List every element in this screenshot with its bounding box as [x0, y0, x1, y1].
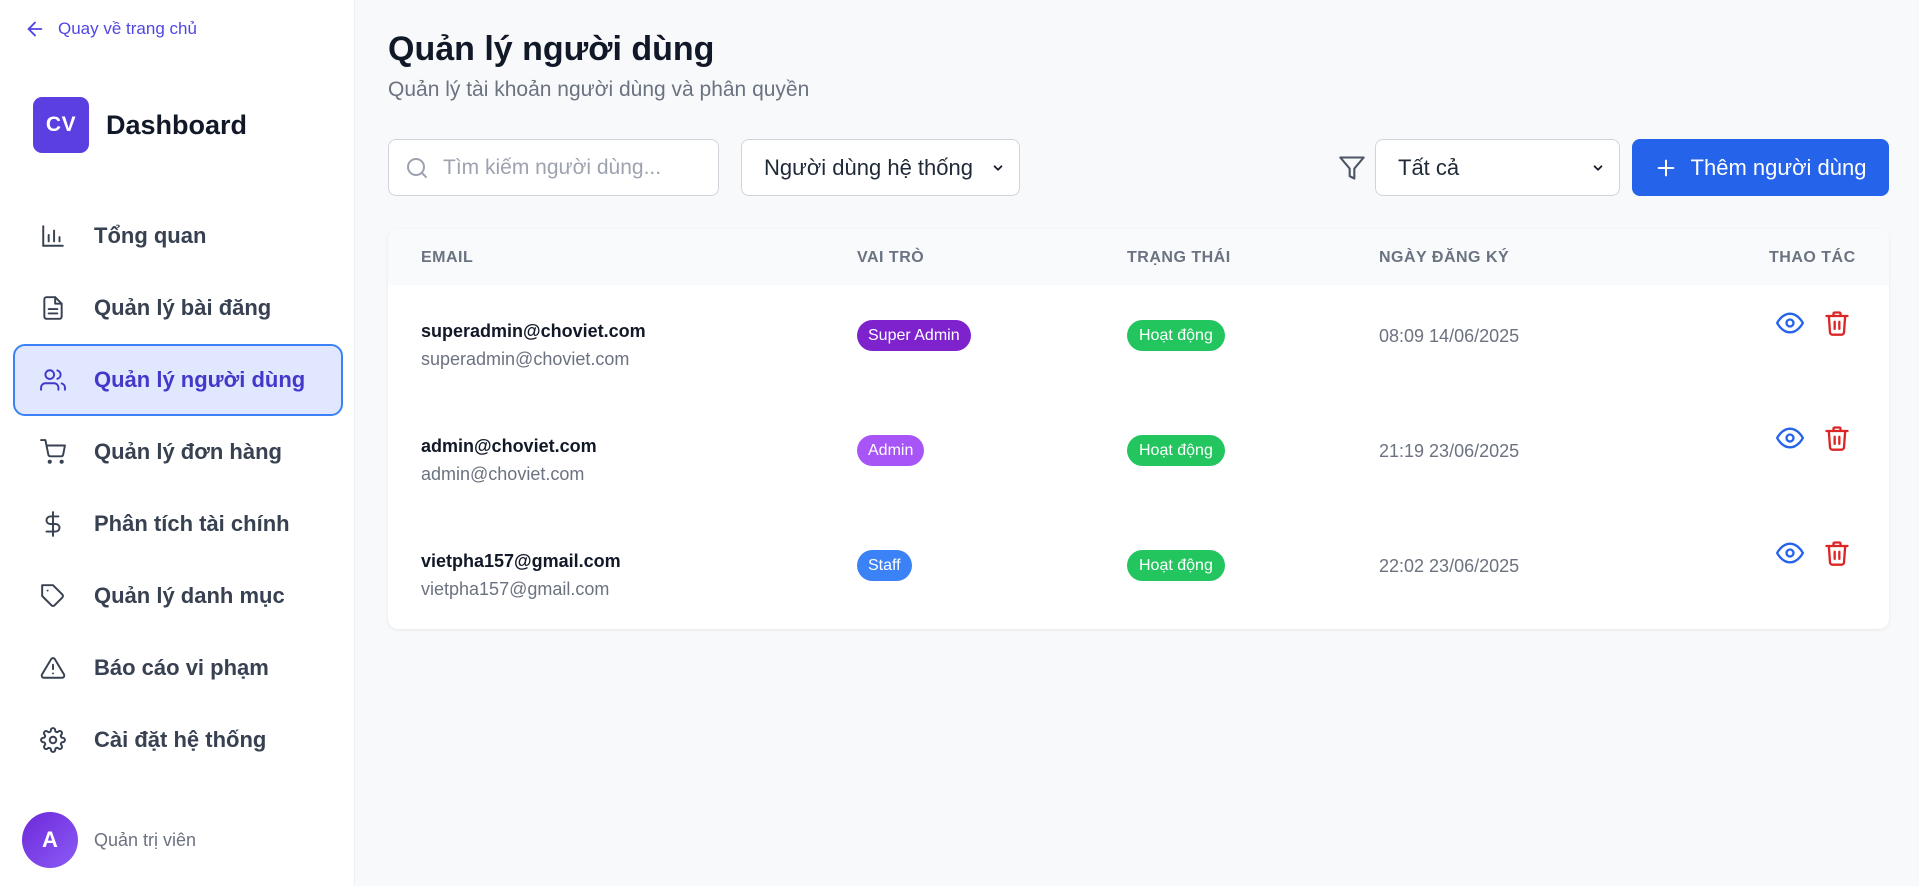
brand-logo: CV: [33, 97, 89, 153]
sidebar-item-label: Quản lý người dùng: [94, 367, 306, 392]
sidebar-item-label: Quản lý đơn hàng: [94, 439, 282, 464]
brand: CV Dashboard: [33, 97, 247, 153]
sidebar-item-label: Quản lý bài đăng: [94, 295, 272, 320]
user-type-select-value: Người dùng hệ thống: [764, 154, 973, 180]
cart-icon: [40, 439, 66, 464]
view-eye-icon[interactable]: [1776, 424, 1804, 452]
bar-chart-icon: [42, 225, 64, 247]
brand-title: Dashboard: [106, 109, 248, 140]
sidebar-item-label: Tổng quan: [94, 223, 207, 248]
sidebar-item-posts[interactable]: Quản lý bài đăng: [13, 272, 343, 344]
user-email-secondary: admin@choviet.com: [421, 464, 585, 484]
registration-date: 22:02 23/06/2025: [1379, 556, 1520, 576]
sidebar-item-overview[interactable]: Tổng quan: [13, 200, 343, 272]
sidebar-item-users[interactable]: Quản lý người dùng: [13, 344, 343, 416]
dollar-icon: [45, 511, 61, 537]
column-header-actions: THAO TÁC: [1769, 249, 1856, 266]
column-header-status: TRẠNG THÁI: [1127, 249, 1231, 266]
view-eye-icon[interactable]: [1776, 539, 1804, 567]
gear-icon: [40, 727, 66, 753]
filter-icon: [1339, 156, 1365, 180]
chevron-down-icon: [993, 164, 1003, 171]
sidebar-item-categories[interactable]: Quản lý danh mục: [13, 560, 343, 632]
table-row: superadmin@choviet.com superadmin@chovie…: [388, 285, 1889, 400]
warning-icon: [40, 657, 66, 679]
status-badge: Hoạt động: [1127, 320, 1225, 351]
sidebar-item-reports[interactable]: Báo cáo vi phạm: [13, 632, 343, 704]
status-select-value: Tất cả: [1398, 154, 1460, 180]
sidebar-item-settings[interactable]: Cài đặt hệ thống: [13, 704, 343, 776]
user-email-secondary: superadmin@choviet.com: [421, 349, 630, 369]
role-badge: Staff: [857, 550, 912, 581]
user-email-secondary: vietpha157@gmail.com: [421, 579, 610, 599]
registration-date: 21:19 23/06/2025: [1379, 441, 1520, 461]
tag-icon: [41, 584, 64, 607]
users-icon: [40, 369, 66, 391]
status-badge: Hoạt động: [1127, 435, 1225, 466]
user-email: admin@choviet.com: [421, 436, 597, 456]
user-email: vietpha157@gmail.com: [421, 551, 621, 571]
sidebar-item-label: Quản lý danh mục: [94, 583, 285, 608]
add-user-button-label: Thêm người dùng: [1690, 154, 1867, 180]
sidebar-item-label: Phân tích tài chính: [94, 511, 290, 536]
chevron-down-icon: [1593, 164, 1603, 171]
status-select[interactable]: Tất cả: [1375, 139, 1620, 196]
search-input[interactable]: [443, 155, 693, 180]
sidebar-item-finance[interactable]: Phân tích tài chính: [13, 488, 343, 560]
back-link-label: Quay về trang chủ: [58, 19, 197, 38]
column-header-role: VAI TRÒ: [857, 249, 925, 266]
view-eye-icon[interactable]: [1776, 309, 1804, 337]
column-header-date: NGÀY ĐĂNG KÝ: [1379, 249, 1510, 266]
sidebar: Quay về trang chủ CV Dashboard Tổng quan…: [0, 0, 355, 886]
status-badge: Hoạt động: [1127, 550, 1225, 581]
table-header: EMAIL VAI TRÒ TRẠNG THÁI NGÀY ĐĂNG KÝ TH…: [388, 229, 1889, 285]
sidebar-item-label: Cài đặt hệ thống: [94, 727, 267, 752]
sidebar-item-label: Báo cáo vi phạm: [94, 655, 269, 680]
registration-date: 08:09 14/06/2025: [1379, 326, 1520, 346]
page-title: Quản lý người dùng: [388, 30, 715, 68]
page-subtitle: Quản lý tài khoản người dùng và phân quy…: [388, 78, 810, 101]
search-icon: [407, 157, 427, 178]
user-name: Quản trị viên: [94, 829, 197, 850]
table-row: admin@choviet.com admin@choviet.com Admi…: [388, 400, 1889, 515]
document-icon: [43, 296, 63, 320]
role-badge: Admin: [857, 435, 925, 466]
delete-trash-icon[interactable]: [1823, 539, 1851, 567]
current-user[interactable]: A Quản trị viên: [22, 812, 196, 868]
arrow-left-icon: [27, 21, 43, 37]
back-to-home-link[interactable]: Quay về trang chủ: [24, 18, 197, 40]
user-type-select[interactable]: Người dùng hệ thống: [741, 139, 1020, 196]
role-badge: Super Admin: [857, 320, 971, 351]
sidebar-item-orders[interactable]: Quản lý đơn hàng: [13, 416, 343, 488]
avatar: A: [22, 812, 78, 868]
table-row: vietpha157@gmail.com vietpha157@gmail.co…: [388, 515, 1889, 629]
delete-trash-icon[interactable]: [1823, 424, 1851, 452]
add-user-button[interactable]: Thêm người dùng: [1632, 139, 1889, 196]
sidebar-nav: Tổng quan Quản lý bài đăng Quản lý người…: [13, 200, 343, 776]
column-header-email: EMAIL: [421, 249, 474, 266]
user-email: superadmin@choviet.com: [421, 321, 646, 341]
search-box: [388, 139, 719, 196]
delete-trash-icon[interactable]: [1823, 309, 1851, 337]
users-table: EMAIL VAI TRÒ TRẠNG THÁI NGÀY ĐĂNG KÝ TH…: [388, 229, 1889, 629]
plus-icon: [1657, 159, 1674, 176]
